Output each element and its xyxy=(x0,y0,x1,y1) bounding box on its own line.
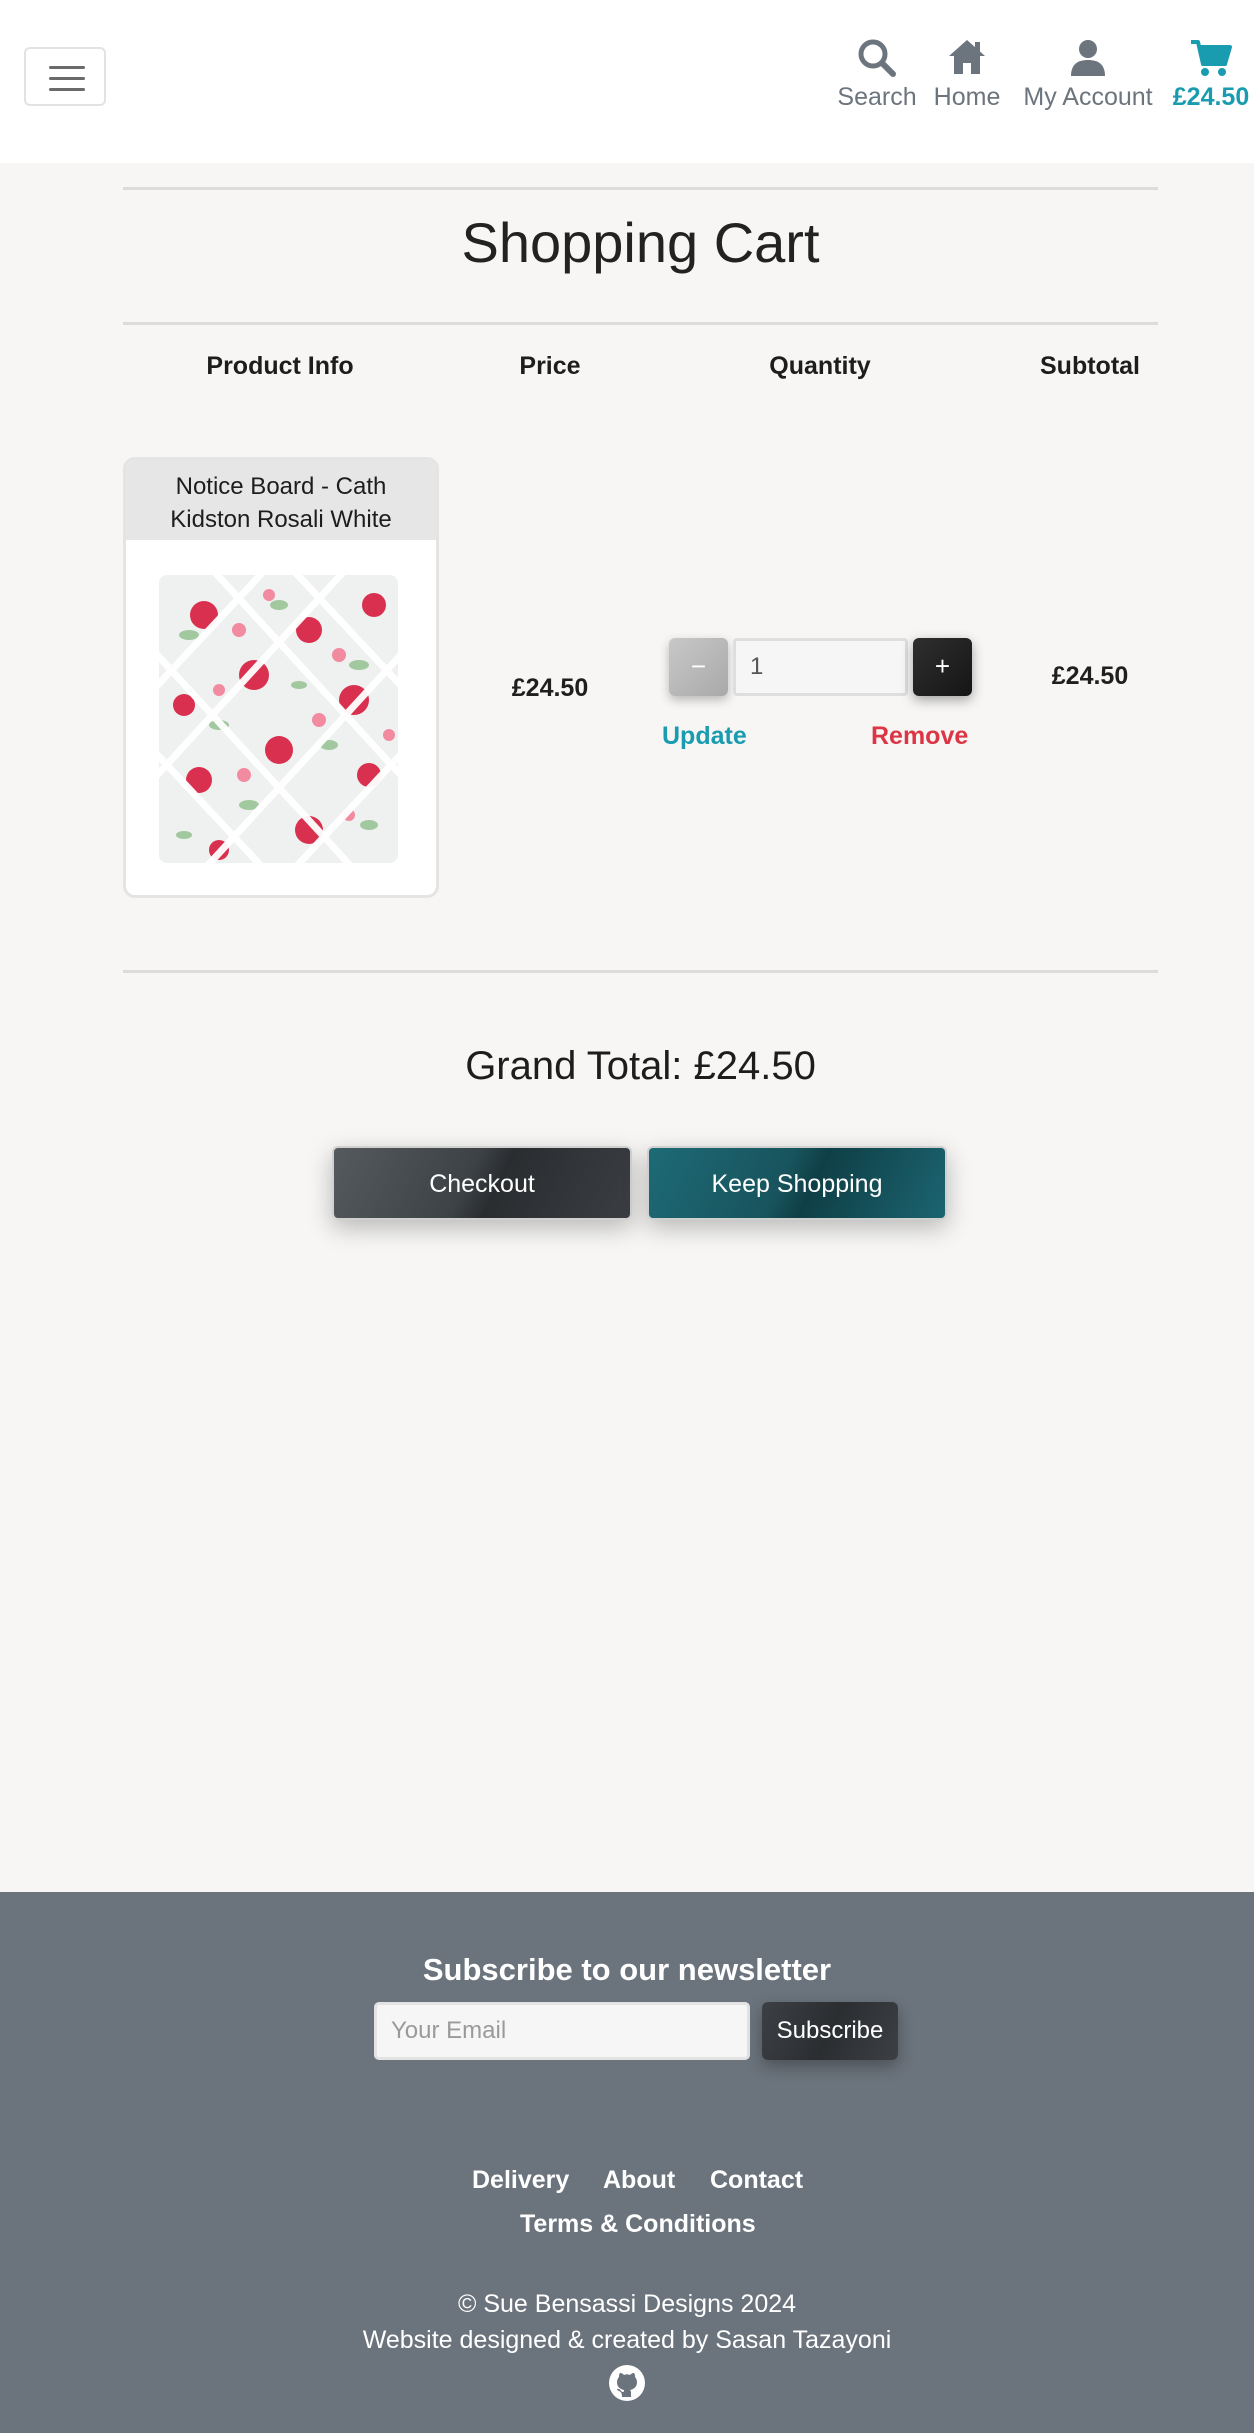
item-subtotal: £24.50 xyxy=(1051,662,1129,690)
footer-link-contact[interactable]: Contact xyxy=(710,2166,803,2195)
floral-notice-board-image xyxy=(159,575,398,863)
nav-home[interactable]: Home xyxy=(926,36,1008,112)
cart-icon xyxy=(1191,40,1232,76)
grand-total: Grand Total: £24.50 xyxy=(465,1044,816,1088)
newsletter-title: Subscribe to our newsletter xyxy=(422,1952,832,1987)
search-icon xyxy=(858,39,896,77)
remove-link[interactable]: Remove xyxy=(871,722,968,751)
column-header-price: Price xyxy=(519,352,581,380)
checkout-button[interactable]: Checkout xyxy=(332,1146,632,1220)
nav-account-label: My Account xyxy=(1023,83,1153,111)
home-icon xyxy=(949,40,985,74)
site-header: Search Home My Account £24.50 xyxy=(0,0,1254,163)
quantity-increment-button[interactable]: + xyxy=(913,638,972,696)
product-card[interactable]: Notice Board - Cath Kidston Rosali White xyxy=(123,457,439,898)
product-image[interactable] xyxy=(159,575,398,863)
divider xyxy=(123,187,1158,190)
nav-my-account[interactable]: My Account xyxy=(1014,36,1162,112)
menu-icon xyxy=(49,66,85,69)
keep-shopping-button[interactable]: Keep Shopping xyxy=(647,1146,947,1220)
copyright-text: © Sue Bensassi Designs 2024 xyxy=(457,2290,797,2318)
footer-link-about[interactable]: About xyxy=(603,2166,675,2195)
user-icon xyxy=(1071,40,1105,76)
divider xyxy=(123,322,1158,325)
nav-cart[interactable]: £24.50 xyxy=(1168,36,1254,112)
github-icon[interactable] xyxy=(608,2364,646,2402)
column-header-subtotal: Subtotal xyxy=(1040,352,1140,380)
column-header-quantity: Quantity xyxy=(769,352,871,380)
divider xyxy=(123,970,1158,973)
update-link[interactable]: Update xyxy=(662,722,747,751)
nav-search-label: Search xyxy=(837,83,917,111)
menu-icon-bar xyxy=(49,77,85,80)
footer-link-delivery[interactable]: Delivery xyxy=(472,2166,569,2195)
product-name[interactable]: Notice Board - Cath Kidston Rosali White xyxy=(126,460,436,540)
quantity-input[interactable]: 1 xyxy=(733,638,908,696)
product-name-line2: Kidston Rosali White xyxy=(170,506,392,533)
email-field[interactable]: Your Email xyxy=(374,2002,750,2060)
menu-toggle-button[interactable] xyxy=(24,47,106,106)
site-footer: Subscribe to our newsletter Your Email S… xyxy=(0,1892,1254,2433)
cart-total: £24.50 xyxy=(1172,83,1250,111)
footer-link-terms[interactable]: Terms & Conditions xyxy=(520,2210,756,2239)
column-header-product-info: Product Info xyxy=(206,352,354,380)
product-name-line1: Notice Board - Cath xyxy=(175,473,387,500)
credit-text: Website designed & created by Sasan Taza… xyxy=(362,2326,892,2354)
quantity-decrement-button[interactable]: − xyxy=(669,638,728,696)
item-price: £24.50 xyxy=(511,674,589,702)
subscribe-button[interactable]: Subscribe xyxy=(762,2002,898,2060)
nav-search[interactable]: Search xyxy=(833,36,921,112)
menu-icon-bar xyxy=(49,88,85,91)
nav-home-label: Home xyxy=(933,83,1001,111)
page-title: Shopping Cart xyxy=(461,211,820,274)
